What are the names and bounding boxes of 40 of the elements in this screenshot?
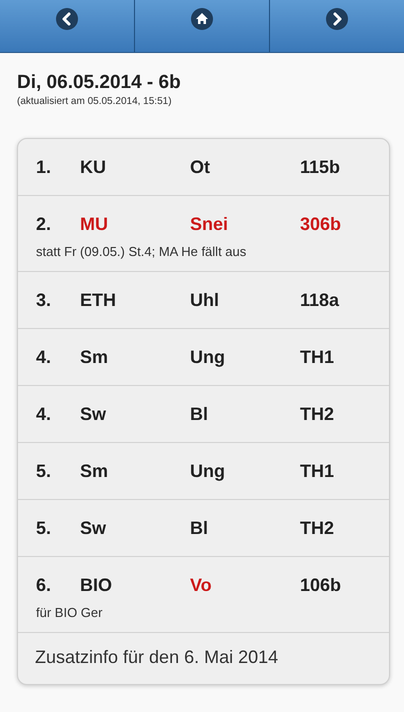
period-number: 3. bbox=[36, 290, 52, 311]
subject-cell-text: ETH bbox=[80, 290, 117, 311]
teacher-cell-text: Ung bbox=[190, 461, 226, 482]
subject-cell-text: Sm bbox=[80, 347, 110, 368]
subject-cell-text: Sm bbox=[80, 461, 110, 482]
teacher-cell-text: Vo bbox=[190, 575, 213, 596]
room-cell: 306b bbox=[300, 214, 342, 235]
updated-timestamp: (aktualisiert am 05.05.2014, 15:51) bbox=[17, 96, 173, 107]
row-note: statt Fr (09.05.) St.4; MA He fällt aus bbox=[36, 244, 248, 259]
period-number: 5. bbox=[36, 518, 52, 539]
room-cell: 118a bbox=[300, 290, 340, 311]
room-cell: TH2 bbox=[300, 518, 334, 539]
teacher-cell-text: Ung bbox=[190, 347, 226, 368]
period-number: 1. bbox=[36, 157, 52, 178]
room-cell: TH1 bbox=[300, 347, 334, 368]
teacher-cell-text: Bl bbox=[190, 404, 209, 425]
additional-info: Zusatzinfo für den 6. Mai 2014 bbox=[35, 647, 278, 667]
room-cell: TH1 bbox=[300, 461, 334, 482]
period-number: 5. bbox=[36, 461, 52, 482]
page-title: Di, 06.05.2014 - 6b bbox=[17, 72, 182, 94]
teacher-cell-text: Uhl bbox=[190, 290, 220, 311]
period-number: 4. bbox=[36, 404, 52, 425]
period-number: 6. bbox=[36, 575, 52, 596]
chevron-left-icon bbox=[56, 8, 78, 30]
row-note: für BIO Ger bbox=[36, 605, 104, 620]
home-icon bbox=[191, 8, 213, 30]
room-cell: TH2 bbox=[300, 404, 334, 425]
subject-cell-text: BIO bbox=[80, 575, 114, 596]
teacher-cell-text: Ot bbox=[190, 157, 211, 178]
subject-cell-text: MU bbox=[80, 214, 109, 235]
teacher-cell-text: Snei bbox=[190, 214, 230, 235]
subject-cell-text: Sw bbox=[80, 518, 108, 539]
subject-cell-text: KU bbox=[80, 157, 107, 178]
period-number: 4. bbox=[36, 347, 52, 368]
chevron-right-icon bbox=[326, 8, 348, 30]
period-number: 2. bbox=[36, 214, 52, 235]
room-cell: 115b bbox=[300, 157, 340, 178]
subject-cell-text: Sw bbox=[80, 404, 108, 425]
room-cell: 106b bbox=[300, 575, 342, 596]
teacher-cell-text: Bl bbox=[190, 518, 209, 539]
